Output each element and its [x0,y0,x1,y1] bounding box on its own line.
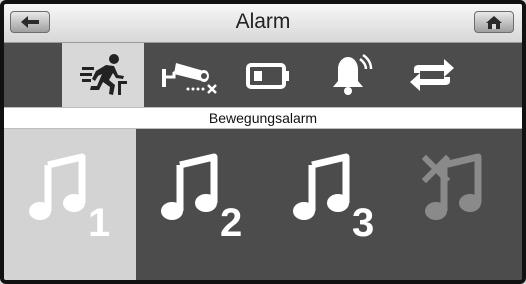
tone-option-2[interactable]: 2 [136,129,268,280]
running-man-icon [80,54,127,95]
page-title: Alarm [235,10,291,33]
tone-number: 3 [352,201,375,245]
tab-camera-disconnected[interactable] [144,43,226,107]
tab-repeat[interactable] [390,43,472,107]
mute-x-icon [422,154,451,184]
alarm-tone-options: 1 2 3 [4,129,522,280]
alarm-type-tabs [4,43,522,107]
section-title: Bewegungsalarm [208,110,318,126]
tone-number: 1 [88,201,111,245]
alarm-screen: Alarm Bewegungsalarm 1 2 3 [0,0,526,284]
battery-icon [246,63,289,89]
tone-option-3[interactable]: 3 [268,129,400,280]
bell-ringing-icon [333,53,373,95]
tone-option-1[interactable]: 1 [4,129,136,280]
tone-number: 2 [220,201,243,245]
repeat-arrows-icon [410,59,454,91]
tab-battery[interactable] [226,43,308,107]
camera-disconnected-icon [162,63,217,94]
home-icon [486,16,502,29]
title-bar: Alarm [4,4,522,43]
tab-motion-alarm[interactable] [62,43,144,107]
home-button[interactable] [474,11,514,33]
section-header: Bewegungsalarm [4,107,522,129]
tone-option-mute[interactable] [400,129,522,280]
tab-alarm-bell[interactable] [308,43,390,107]
